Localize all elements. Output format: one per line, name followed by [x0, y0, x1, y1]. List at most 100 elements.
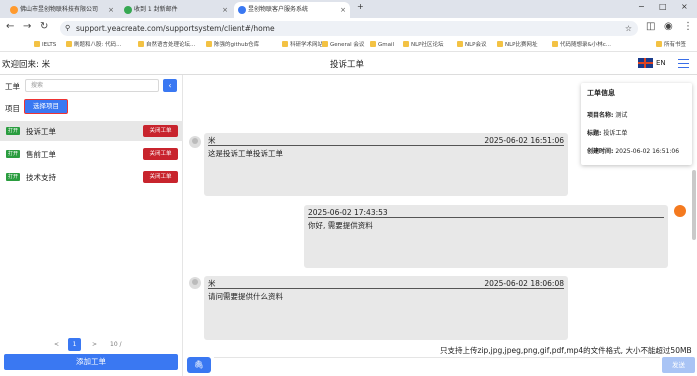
message-text: 这是投诉工单投诉工单 [208, 149, 283, 158]
extensions-icon[interactable]: ◫ [646, 21, 655, 32]
url-text: support.yeacreate.com/supportsystem/clie… [76, 24, 275, 33]
bookmark-item[interactable]: NLP比赛网址 [497, 38, 538, 52]
more-icon[interactable]: ⋮ [683, 21, 693, 32]
new-tab-icon[interactable]: + [357, 2, 364, 11]
message-time: 2025-06-02 16:51:06 [484, 136, 564, 145]
message-header: 米 2025-06-02 18:06:08 [208, 279, 564, 289]
browser-tab-bar: 佛山市昱创物联科技有限公司 × 收到 1 封新邮件 × 昱创物联客户服务系统 ×… [0, 0, 697, 18]
welcome-text: 欢迎回来: 米 [2, 60, 51, 70]
info-project: 项目名称: 测试 [587, 110, 627, 119]
ticket-info-panel: 工单信息 项目名称: 测试 标题: 投诉工单 创建时间: 2025-06-02 … [581, 83, 692, 165]
select-project-button[interactable]: 选择项目 [24, 99, 68, 114]
message-text: 你好, 需要提供资料 [308, 221, 373, 230]
bookmark-item[interactable]: Gmail [370, 38, 394, 52]
info-title: 工单信息 [587, 89, 615, 97]
star-icon[interactable]: ☆ [625, 21, 632, 36]
maximize-icon[interactable]: □ [659, 2, 667, 11]
attach-file-button[interactable]: 🖇 [187, 357, 211, 373]
bookmark-item[interactable]: NLP会议 [457, 38, 487, 52]
bookmark-item[interactable]: 代码随想录&小林c... [552, 38, 611, 52]
sender-name: 米 [208, 136, 216, 145]
bookmark-item[interactable]: 科研学术网站 [282, 38, 323, 52]
message-time: 2025-06-02 17:43:53 [308, 208, 388, 217]
next-page-button[interactable]: > [92, 341, 97, 348]
info-created: 创建时间: 2025-06-02 16:51:06 [587, 146, 679, 155]
ticket-item[interactable]: 打开 技术支持 关闭工单 [0, 167, 183, 187]
info-value: 投诉工单 [603, 130, 628, 137]
ticket-item[interactable]: 打开 投诉工单 关闭工单 [0, 121, 183, 141]
ticket-sidebar: 工单 搜索 ‹ 项目 选择项目 打开 投诉工单 关闭工单 打开 售前工单 关闭工… [0, 75, 183, 376]
prev-page-button[interactable]: < [54, 341, 59, 348]
close-tab-icon[interactable]: × [222, 2, 228, 18]
close-window-icon[interactable]: × [681, 2, 688, 11]
avatar [189, 136, 201, 148]
gmail-favicon-icon [124, 6, 132, 14]
page-size-select[interactable]: 10 / [110, 341, 122, 348]
all-bookmarks[interactable]: 所有书签 [656, 38, 686, 52]
message-text: 请问需要提供什么资料 [208, 292, 283, 301]
info-value: 2025-06-02 16:51:06 [615, 148, 680, 155]
bookmark-item[interactable]: IELTS [34, 38, 56, 52]
reload-icon[interactable]: ↻ [40, 21, 48, 32]
ticket-item[interactable]: 打开 售前工单 关闭工单 [0, 144, 183, 164]
chat-scrollbar[interactable] [692, 170, 696, 240]
upload-note: 只支持上传zip,jpg,jpeg,png,gif,pdf,mp4的文件格式, … [440, 346, 692, 355]
close-ticket-button[interactable]: 关闭工单 [143, 148, 178, 160]
info-key: 创建时间: [587, 148, 614, 155]
add-ticket-button[interactable]: 添加工单 [4, 354, 178, 370]
info-key: 标题: [587, 130, 602, 137]
message-bubble: 2025-06-02 17:43:53 你好, 需要提供资料 [304, 205, 668, 268]
bookmark-item[interactable]: NLP社区论坛 [403, 38, 444, 52]
ticket-label: 工单 [5, 82, 20, 91]
message-bubble: 米 2025-06-02 18:06:08 请问需要提供什么资料 [204, 276, 568, 340]
language-switch[interactable]: EN [656, 59, 666, 67]
project-label: 项目 [5, 104, 20, 113]
tab-label: 收到 1 封新邮件 [134, 6, 178, 13]
page-title: 投诉工单 [330, 60, 365, 70]
search-input[interactable]: 搜索 [25, 79, 159, 92]
collapse-button[interactable]: ‹ [163, 79, 177, 92]
bookmark-item[interactable]: 自然语言处理论坛... [138, 38, 195, 52]
message-input[interactable] [214, 357, 660, 373]
ticket-name: 投诉工单 [26, 127, 56, 136]
avatar [674, 205, 686, 217]
site-info-icon[interactable]: ⚲ [65, 21, 70, 36]
browser-tab-3[interactable]: 昱创物联客户服务系统 × [234, 2, 350, 18]
close-tab-icon[interactable]: × [108, 2, 114, 18]
send-button[interactable]: 发送 [662, 357, 695, 373]
message-header: 2025-06-02 17:43:53 [308, 208, 664, 218]
hamburger-menu-icon[interactable] [678, 59, 689, 68]
close-ticket-button[interactable]: 关闭工单 [143, 125, 178, 137]
bookmark-item[interactable]: General 会议 [322, 38, 364, 52]
ticket-name: 技术支持 [26, 173, 56, 182]
forward-icon[interactable]: → [23, 21, 31, 32]
close-tab-icon[interactable]: × [340, 2, 346, 18]
bookmarks-bar: IELTS 刷题和八股: 代码... 自然语言处理论坛... 陈强的github… [0, 38, 697, 52]
info-subject: 标题: 投诉工单 [587, 128, 627, 137]
uk-flag-icon[interactable] [638, 58, 653, 68]
message-bubble: 米 2025-06-02 16:51:06 这是投诉工单投诉工单 [204, 133, 568, 196]
page-number[interactable]: 1 [68, 338, 81, 351]
sender-name: 米 [208, 279, 216, 288]
tab-favicon-icon [238, 6, 246, 14]
close-ticket-button[interactable]: 关闭工单 [143, 171, 178, 183]
bookmark-item[interactable]: 陈强的github仓库 [206, 38, 259, 52]
status-badge: 打开 [6, 173, 20, 181]
ticket-name: 售前工单 [26, 150, 56, 159]
profile-icon[interactable]: ◉ [664, 21, 673, 32]
browser-tab-1[interactable]: 佛山市昱创物联科技有限公司 × [6, 2, 118, 18]
tab-favicon-icon [10, 6, 18, 14]
status-badge: 打开 [6, 150, 20, 158]
avatar [189, 277, 201, 289]
message-time: 2025-06-02 18:06:08 [484, 279, 564, 288]
back-icon[interactable]: ← [6, 21, 14, 32]
browser-tab-2[interactable]: 收到 1 封新邮件 × [120, 2, 232, 18]
status-badge: 打开 [6, 127, 20, 135]
tab-label: 昱创物联客户服务系统 [248, 6, 309, 13]
app-header: 欢迎回来: 米 投诉工单 EN [0, 53, 697, 75]
message-header: 米 2025-06-02 16:51:06 [208, 136, 564, 146]
bookmark-item[interactable]: 刷题和八股: 代码... [66, 38, 121, 52]
info-value: 测试 [615, 112, 628, 119]
address-bar[interactable]: ⚲ support.yeacreate.com/supportsystem/cl… [60, 21, 638, 36]
minimize-icon[interactable]: − [638, 2, 645, 11]
